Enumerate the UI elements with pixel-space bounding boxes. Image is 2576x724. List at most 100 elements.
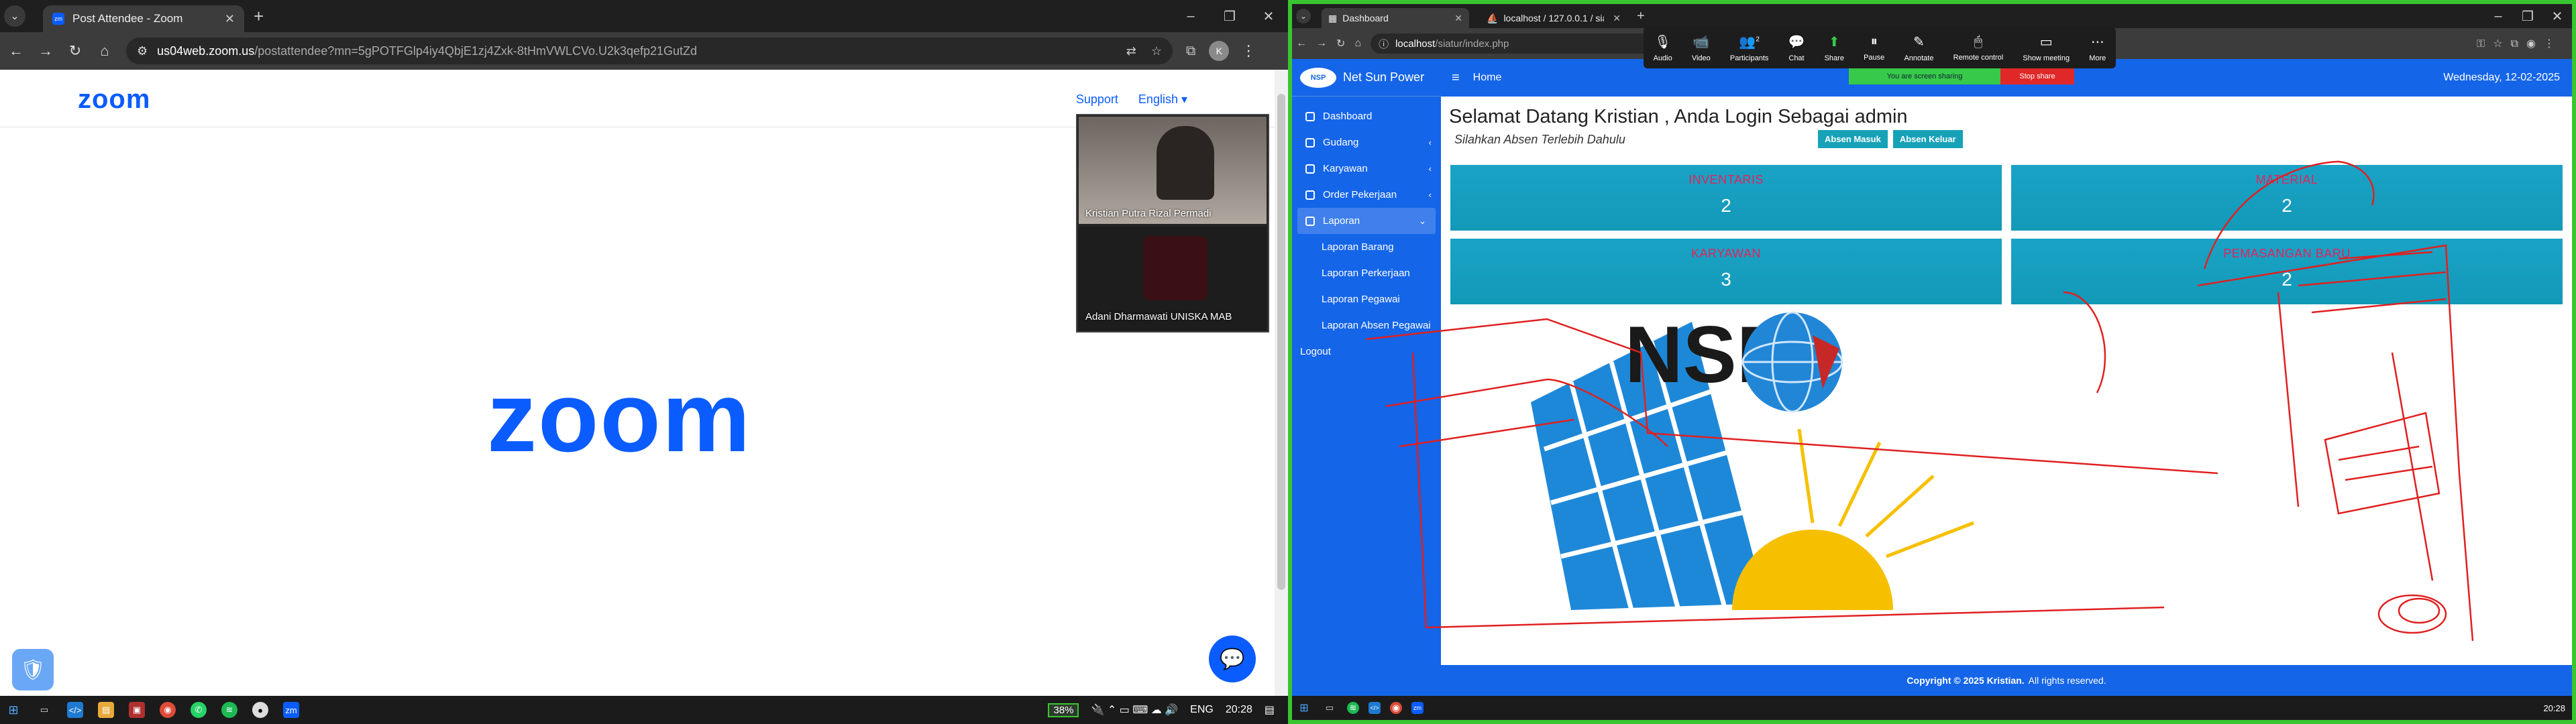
zoom-logo[interactable]: zoom bbox=[78, 84, 150, 115]
spotify-icon[interactable]: ≋ bbox=[221, 702, 237, 718]
stop-share-button[interactable]: Stop share bbox=[2000, 68, 2074, 84]
extensions-icon[interactable]: ⧉ bbox=[1186, 44, 1195, 59]
microphone-icon: 🎙 bbox=[1654, 34, 1672, 50]
reload-icon[interactable]: ↻ bbox=[62, 38, 89, 64]
browser-menu-icon[interactable]: ⋮ bbox=[1241, 42, 1256, 60]
control-label: Participants bbox=[1729, 54, 1769, 62]
share-icon: ⬆ bbox=[1828, 34, 1840, 50]
close-tab-icon[interactable]: ✕ bbox=[225, 12, 235, 26]
chrome-icon[interactable]: ◉ bbox=[160, 702, 176, 718]
right-monitor-shared: ⌄ ▦ Dashboard ✕ ⛵ localhost / 127.0.0.1 … bbox=[1288, 0, 2576, 724]
site-info-icon[interactable]: ⚙ bbox=[137, 44, 148, 58]
control-label: Show meeting bbox=[2023, 54, 2070, 62]
page-scrollbar[interactable] bbox=[1275, 70, 1288, 696]
screen-share-banner: You are screen sharing Stop share bbox=[1849, 68, 2074, 84]
language-dropdown[interactable]: English ▾ bbox=[1138, 93, 1187, 107]
control-label: Pause bbox=[1864, 53, 1885, 62]
url-path: /postattendee?mn=5gPOTFGlp4iy4QbjE1zj4Zx… bbox=[254, 44, 698, 58]
control-label: Share bbox=[1824, 54, 1844, 62]
more-icon: ⋯ bbox=[2090, 34, 2104, 50]
task-view-icon[interactable]: ▭ bbox=[36, 702, 52, 718]
tab-post-attendee[interactable]: zm Post Attendee - Zoom ✕ bbox=[43, 5, 244, 32]
control-label: Audio bbox=[1653, 54, 1672, 62]
control-label: Video bbox=[1691, 54, 1711, 62]
spotify-icon[interactable]: ≋ bbox=[1347, 702, 1359, 714]
vscode-icon[interactable]: </> bbox=[1368, 702, 1381, 714]
participant-video bbox=[1157, 126, 1214, 200]
battery-indicator[interactable]: 38% bbox=[1048, 703, 1079, 717]
more-button[interactable]: ⋯ More bbox=[2089, 34, 2106, 62]
control-label: Annotate bbox=[1904, 54, 1934, 62]
video-thumbnail-panel[interactable]: Kristian Putra Rizal Permadi Adani Dharm… bbox=[1076, 114, 1269, 333]
shield-icon[interactable]: 🛡 bbox=[12, 649, 54, 690]
show-meeting-button[interactable]: ▭ Show meeting bbox=[2023, 34, 2070, 62]
video-button[interactable]: 📹 Video bbox=[1692, 34, 1711, 62]
support-link[interactable]: Support bbox=[1076, 93, 1118, 107]
restore-icon[interactable]: ❐ bbox=[1210, 0, 1249, 32]
participant-video-tile: Kristian Putra Rizal Permadi bbox=[1079, 117, 1267, 224]
pause-icon: ⏸ bbox=[1870, 34, 1878, 49]
browser-tabstrip: ⌄ zm Post Attendee - Zoom ✕ + – ❐ ✕ bbox=[0, 0, 1288, 32]
remote-control-icon: 🖱 bbox=[1974, 34, 1982, 49]
participants-button[interactable]: 👥2 Participants bbox=[1730, 34, 1768, 62]
control-label: More bbox=[2089, 54, 2106, 62]
url-host: us04web.zoom.us bbox=[157, 44, 255, 58]
app-icon[interactable]: ● bbox=[252, 702, 268, 718]
chat-button[interactable]: 💬 Chat bbox=[1788, 34, 1805, 62]
chrome-icon[interactable]: ◉ bbox=[1390, 702, 1402, 714]
vscode-icon[interactable]: </> bbox=[67, 702, 83, 718]
system-tray: 38% 🔌 ⌃ ▭ ⌨ ☁ 🔊 ENG 20:28 ▤ bbox=[1048, 696, 1288, 724]
windows-taskbar: ⊞ ▭ ≋ </> ◉ zm 20:28 bbox=[1292, 696, 2572, 720]
zoom-taskbar-icon[interactable]: zm bbox=[283, 702, 299, 718]
tab-search-icon[interactable]: ⌄ bbox=[4, 5, 25, 27]
start-icon[interactable]: ⊞ bbox=[1296, 700, 1312, 716]
zoom-big-logo: zoom bbox=[487, 362, 752, 473]
file-explorer-icon[interactable]: ▤ bbox=[98, 702, 114, 718]
annotation-drawing bbox=[1365, 160, 2474, 642]
bookmark-star-icon[interactable]: ☆ bbox=[1151, 44, 1162, 58]
left-monitor: ⌄ zm Post Attendee - Zoom ✕ + – ❐ ✕ ← → … bbox=[0, 0, 1288, 724]
participant-count: 2 bbox=[1756, 35, 1760, 43]
pause-button[interactable]: ⏸ Pause bbox=[1864, 34, 1884, 62]
language-indicator[interactable]: ENG bbox=[1190, 704, 1214, 716]
participant-avatar bbox=[1143, 236, 1208, 300]
forward-icon[interactable]: → bbox=[32, 38, 59, 64]
window-controls: – ❐ ✕ bbox=[1171, 0, 1288, 32]
participant-name: Adani Dharmawati UNISKA MAB bbox=[1085, 311, 1232, 322]
task-view-icon[interactable]: ▭ bbox=[1322, 700, 1338, 716]
tray-icons[interactable]: 🔌 ⌃ ▭ ⌨ ☁ 🔊 bbox=[1091, 703, 1178, 717]
zoom-taskbar-icon[interactable]: zm bbox=[1411, 702, 1424, 714]
notification-icon[interactable]: ▤ bbox=[1265, 703, 1275, 717]
clock[interactable]: 20:28 bbox=[1226, 704, 1252, 716]
clock[interactable]: 20:28 bbox=[2543, 703, 2565, 713]
app-icon[interactable]: ▣ bbox=[129, 702, 145, 718]
tab-title: Post Attendee - Zoom bbox=[72, 12, 183, 25]
audio-button[interactable]: 🎙 Audio bbox=[1654, 34, 1672, 62]
chat-icon: 💬 bbox=[1788, 34, 1805, 50]
browser-toolbar: ← → ↻ ⌂ ⚙ us04web.zoom.us/postattendee?m… bbox=[0, 32, 1288, 70]
participant-video-tile: Adani Dharmawati UNISKA MAB bbox=[1079, 227, 1267, 331]
home-icon[interactable]: ⌂ bbox=[91, 38, 118, 64]
close-window-icon[interactable]: ✕ bbox=[1249, 0, 1288, 32]
profile-avatar[interactable]: K bbox=[1209, 41, 1230, 61]
minimize-icon[interactable]: – bbox=[1171, 0, 1210, 32]
annotate-button[interactable]: ✎ Annotate bbox=[1904, 34, 1933, 62]
zoom-favicon-icon: zm bbox=[52, 13, 64, 25]
whatsapp-icon[interactable]: ✆ bbox=[191, 702, 207, 718]
show-meeting-icon: ▭ bbox=[2039, 34, 2053, 50]
control-label: Chat bbox=[1788, 54, 1805, 62]
chat-bubble-icon[interactable]: 💬 bbox=[1209, 636, 1256, 682]
annotate-icon: ✎ bbox=[1913, 34, 1925, 50]
participant-name: Kristian Putra Rizal Permadi bbox=[1085, 208, 1212, 219]
new-tab-icon[interactable]: + bbox=[254, 6, 264, 27]
back-icon[interactable]: ← bbox=[3, 38, 30, 64]
remote-control-button[interactable]: 🖱 Remote control bbox=[1953, 34, 2004, 62]
address-bar[interactable]: ⚙ us04web.zoom.us/postattendee?mn=5gPOTF… bbox=[126, 38, 1173, 64]
participants-icon: 👥2 bbox=[1739, 34, 1760, 50]
zoom-meeting-controls: 🎙 Audio 📹 Video 👥2 Participants 💬 Chat ⬆ Shar… bbox=[1644, 27, 2116, 68]
translate-icon[interactable]: ⇄ bbox=[1126, 44, 1136, 58]
share-button[interactable]: ⬆ Share bbox=[1825, 34, 1844, 62]
windows-taskbar: ⊞ ▭ </> ▤ ▣ ◉ ✆ ≋ ● zm 38% 🔌 ⌃ ▭ ⌨ ☁ 🔊 E… bbox=[0, 696, 1288, 724]
control-label: Remote control bbox=[1953, 53, 2004, 62]
start-icon[interactable]: ⊞ bbox=[5, 702, 21, 718]
